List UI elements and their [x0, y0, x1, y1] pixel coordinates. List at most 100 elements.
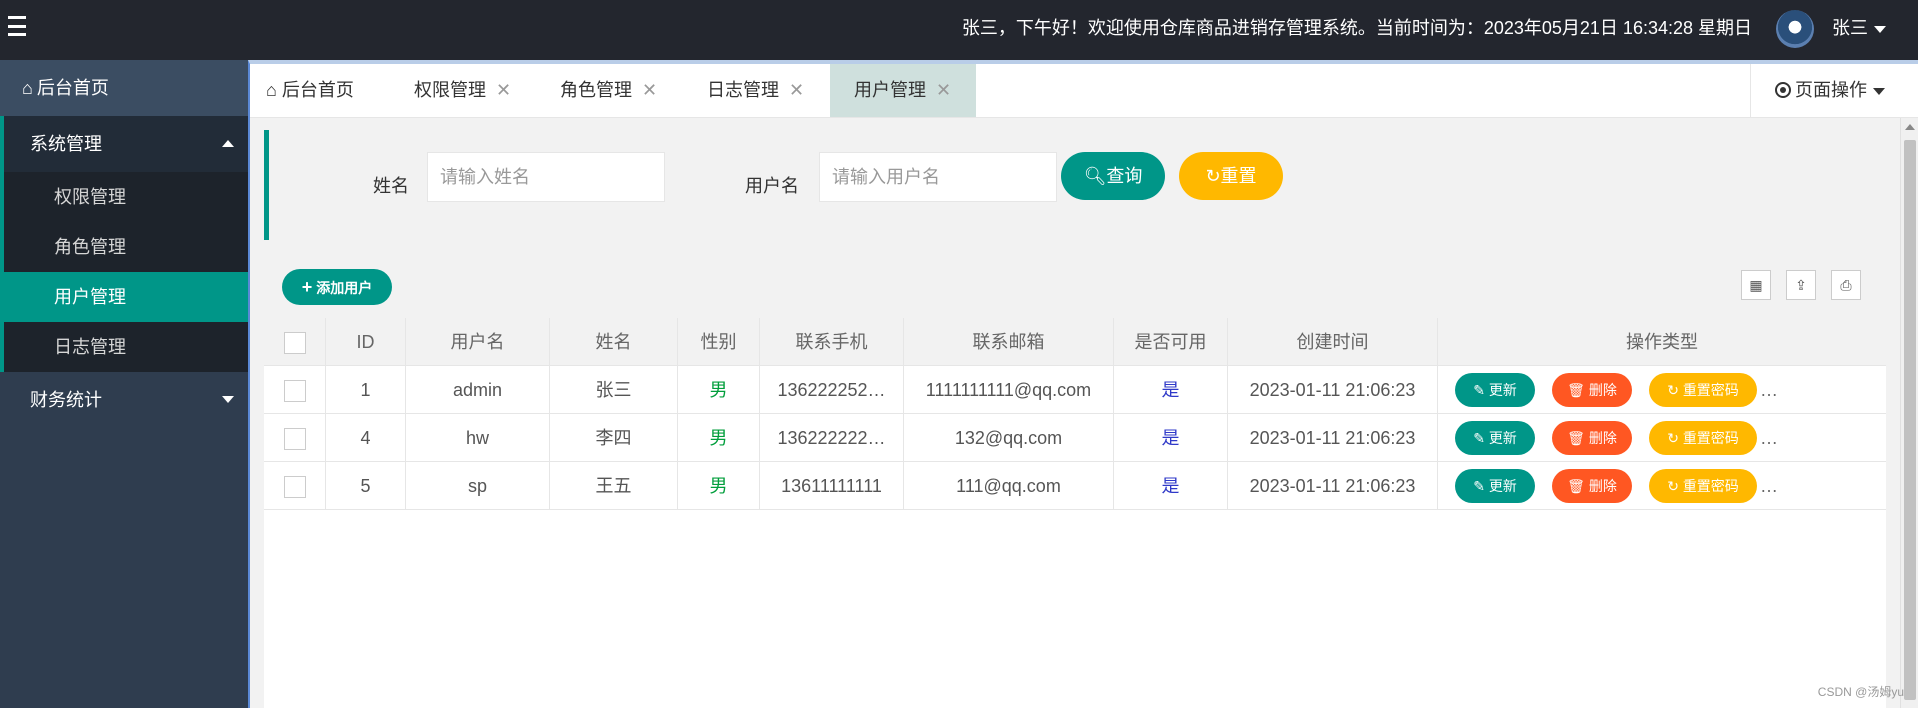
scroll-up-arrow[interactable]: [1905, 124, 1915, 130]
cell-actions: ✎ 更新 🗑︎ 删除 ↻ 重置密码 …: [1438, 366, 1886, 414]
search-icon: 🔍︎: [1083, 166, 1107, 186]
add-user-button[interactable]: + 添加用户: [282, 269, 392, 305]
cell-actions: ✎ 更新 🗑︎ 删除 ↻ 重置密码 …: [1438, 414, 1886, 462]
update-label: 更新: [1488, 478, 1517, 494]
query-button[interactable]: 🔍︎查询: [1061, 152, 1165, 200]
tab-permission[interactable]: 权限管理 ✕: [398, 64, 527, 117]
refresh-icon: ↻: [1205, 166, 1221, 186]
row-checkbox-cell: [264, 366, 326, 414]
tab-label: 日志管理: [707, 80, 779, 100]
tab-home[interactable]: ⌂ 后台首页: [250, 64, 370, 117]
search-panel: 姓名 用户名 🔍︎查询 ↻重置: [264, 130, 1886, 240]
sidebar-item-role[interactable]: 角色管理: [4, 222, 248, 272]
cell-name: 李四: [550, 414, 678, 462]
delete-label: 删除: [1588, 478, 1617, 494]
column-header[interactable]: 性别: [678, 318, 760, 366]
delete-button[interactable]: 🗑︎ 删除: [1552, 373, 1632, 407]
page-ops-dropdown[interactable]: 页面操作: [1750, 64, 1918, 117]
column-header[interactable]: 创建时间: [1228, 318, 1438, 366]
reset-password-label: 重置密码: [1682, 478, 1739, 494]
name-label: 姓名: [373, 176, 409, 196]
tab-user[interactable]: 用户管理 ✕: [830, 64, 976, 117]
reset-password-button[interactable]: ↻ 重置密码: [1649, 469, 1757, 503]
export-icon[interactable]: ⇪: [1786, 270, 1816, 300]
home-icon: ⌂: [266, 80, 277, 100]
reset-password-label: 重置密码: [1682, 430, 1739, 446]
delete-button[interactable]: 🗑︎ 删除: [1552, 421, 1632, 455]
column-header[interactable]: 姓名: [550, 318, 678, 366]
row-checkbox[interactable]: [283, 428, 306, 451]
more-actions[interactable]: …: [1760, 414, 1778, 462]
reset-button[interactable]: ↻重置: [1179, 152, 1283, 200]
table-row: 1 admin 张三 男 136222252… 1111111111@qq.co…: [264, 366, 1886, 414]
column-header[interactable]: 联系手机: [760, 318, 904, 366]
sidebar-item-home[interactable]: ⌂ 后台首页: [0, 60, 248, 116]
row-checkbox[interactable]: [283, 476, 306, 499]
header-checkbox-cell: [264, 318, 326, 366]
sidebar-item-label: 后台首页: [36, 78, 109, 98]
more-actions[interactable]: …: [1760, 366, 1778, 414]
home-icon: ⌂: [22, 78, 33, 98]
more-actions[interactable]: …: [1760, 462, 1778, 510]
sidebar-item-log[interactable]: 日志管理: [4, 322, 248, 372]
column-header[interactable]: 操作类型: [1438, 318, 1886, 366]
row-checkbox[interactable]: [283, 380, 306, 403]
chevron-up-icon: [222, 140, 234, 147]
sidebar: ⌂ 后台首页 系统管理 权限管理 角色管理 用户管理 日志管理 财务统计: [0, 60, 248, 708]
cell-phone: 136222252…: [760, 366, 904, 414]
scrollbar-thumb[interactable]: [1904, 140, 1916, 700]
page-ops-label: 页面操作: [1795, 80, 1867, 100]
row-checkbox-cell: [264, 414, 326, 462]
sidebar-item-user[interactable]: 用户管理: [4, 272, 248, 322]
user-table-card: + 添加用户 ▦ ⇪ ⎙ ID 用户名 姓名 性别 联系手机 联系邮箱 是否可用…: [264, 254, 1886, 708]
sidebar-item-permission[interactable]: 权限管理: [4, 172, 248, 222]
cell-enabled: 是: [1114, 414, 1228, 462]
cell-enabled: 是: [1114, 366, 1228, 414]
column-header[interactable]: 联系邮箱: [904, 318, 1114, 366]
vertical-scrollbar[interactable]: [1900, 118, 1918, 708]
chevron-down-icon: [1873, 87, 1885, 95]
tab-role[interactable]: 角色管理 ✕: [544, 64, 673, 117]
menu-toggle-icon[interactable]: [8, 16, 26, 36]
tab-label: 权限管理: [414, 80, 486, 100]
print-icon[interactable]: ⎙: [1831, 270, 1861, 300]
select-all-checkbox[interactable]: [283, 332, 306, 355]
name-input[interactable]: [427, 152, 665, 202]
reset-password-button[interactable]: ↻ 重置密码: [1649, 373, 1757, 407]
cell-created: 2023-01-11 21:06:23: [1228, 414, 1438, 462]
cell-email: 132@qq.com: [904, 414, 1114, 462]
close-icon[interactable]: ✕: [496, 80, 511, 100]
table-header-row: ID 用户名 姓名 性别 联系手机 联系邮箱 是否可用 创建时间 操作类型: [264, 318, 1886, 366]
plus-icon: +: [301, 277, 313, 297]
pencil-icon: ✎: [1473, 478, 1485, 494]
cell-gender: 男: [678, 366, 760, 414]
tab-log[interactable]: 日志管理 ✕: [691, 64, 820, 117]
tab-label: 后台首页: [281, 80, 354, 100]
update-button[interactable]: ✎ 更新: [1455, 373, 1535, 407]
columns-filter-icon[interactable]: ▦: [1741, 270, 1771, 300]
username-input[interactable]: [819, 152, 1057, 202]
refresh-icon: ↻: [1667, 430, 1679, 446]
column-header[interactable]: 是否可用: [1114, 318, 1228, 366]
sidebar-group-system[interactable]: 系统管理: [0, 116, 248, 172]
avatar[interactable]: [1776, 10, 1814, 48]
delete-button[interactable]: 🗑︎ 删除: [1552, 469, 1632, 503]
cell-enabled: 是: [1114, 462, 1228, 510]
close-icon[interactable]: ✕: [789, 80, 804, 100]
update-button[interactable]: ✎ 更新: [1455, 469, 1535, 503]
reset-button-label: 重置: [1220, 166, 1257, 186]
close-icon[interactable]: ✕: [642, 80, 657, 100]
delete-label: 删除: [1588, 430, 1617, 446]
chevron-down-icon: [1874, 25, 1886, 33]
column-header[interactable]: 用户名: [406, 318, 550, 366]
column-header[interactable]: ID: [326, 318, 406, 366]
sidebar-group-finance[interactable]: 财务统计: [0, 372, 248, 428]
reset-password-button[interactable]: ↻ 重置密码: [1649, 421, 1757, 455]
main-area: ⌂ 后台首页 权限管理 ✕ 角色管理 ✕ 日志管理 ✕ 用户管理 ✕ 页面操作 姓名 用…: [248, 60, 1918, 708]
user-table: ID 用户名 姓名 性别 联系手机 联系邮箱 是否可用 创建时间 操作类型 1 …: [264, 318, 1886, 510]
close-icon[interactable]: ✕: [936, 80, 951, 100]
add-user-label: 添加用户: [316, 280, 373, 296]
cell-id: 1: [326, 366, 406, 414]
user-menu[interactable]: 张三: [1832, 0, 1886, 56]
update-button[interactable]: ✎ 更新: [1455, 421, 1535, 455]
